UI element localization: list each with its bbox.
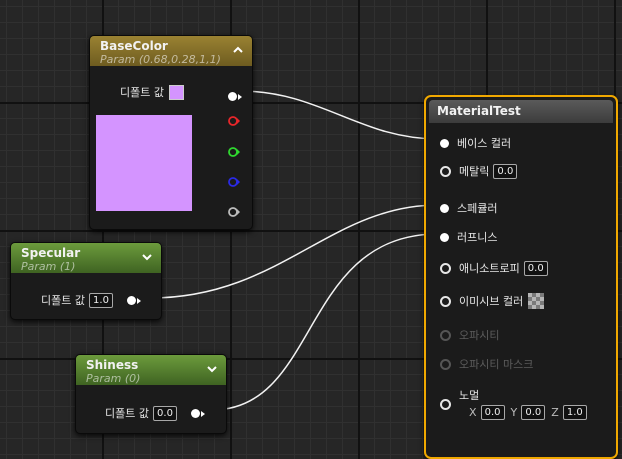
node-title: Specular [21,246,81,260]
specular-param-node[interactable]: Specular Param (1) 디폴트 값 1.0 [10,242,162,320]
node-subtitle: Param (0.68,0.28,1,1) [100,53,221,66]
node-title: MaterialTest [437,104,521,118]
pin-label: 메탈릭 [459,165,490,178]
anisotropy-value-input[interactable]: 0.0 [523,260,548,276]
pin-label: 오파시티 [459,329,500,342]
normal-label-row: 노멀 [459,387,479,403]
specular-node-header[interactable]: Specular Param (1) [11,243,161,273]
default-value-label: 디폴트 값 [41,294,85,307]
opacity-mask-input-row: 오파시티 마스크 [440,356,533,372]
normal-z-input[interactable]: 1.0 [562,405,587,420]
wire-shiness-to-roughness[interactable] [211,233,439,411]
material-result-node[interactable]: MaterialTest 베이스 컬러 메탈릭 0.0 스페큘러 러프니스 애니… [424,95,618,459]
basecolor-node-header[interactable]: BaseColor Param (0.68,0.28,1,1) [90,36,252,66]
color-swatch[interactable] [168,84,184,100]
pin-label: 오파시티 마스크 [459,358,534,371]
wire-basecolor-to-base-color[interactable] [239,90,439,140]
normal-vector-inputs: X 0.0 Y 0.0 Z 1.0 [469,405,587,420]
node-subtitle: Param (1) [21,260,76,273]
pin-label: 애니소트로피 [459,262,520,275]
default-value-row: 디폴트 값 0.0 [105,405,205,421]
red-channel-pin[interactable] [228,115,240,127]
y-label: Y [510,406,518,419]
pin-label: 노멀 [459,389,480,402]
input-pin-icon[interactable] [440,165,451,177]
default-value-label: 디폴트 값 [105,407,149,420]
normal-y-input[interactable]: 0.0 [521,405,546,420]
default-value-row: 디폴트 값 [120,84,184,100]
pin-label: 이미시브 컬러 [459,295,524,308]
emissive-input-row[interactable]: 이미시브 컬러 [440,293,545,309]
normal-input-row[interactable] [440,399,451,410]
z-label: Z [551,406,559,419]
base-color-input-row[interactable]: 베이스 컬러 [440,135,511,151]
default-value-input[interactable]: 0.0 [152,405,177,421]
input-pin-icon[interactable] [440,399,451,410]
default-value-input[interactable]: 1.0 [88,292,113,308]
roughness-input-row[interactable]: 러프니스 [440,229,497,245]
color-preview [96,115,192,211]
expand-chevron-icon[interactable] [141,251,153,263]
green-channel-pin[interactable] [228,146,240,158]
pin-label: 베이스 컬러 [457,137,512,150]
input-pin-icon[interactable] [440,138,449,148]
input-pin-icon [440,329,451,341]
blue-channel-pin[interactable] [228,176,240,188]
default-value-row: 디폴트 값 1.0 [41,292,141,308]
emissive-color-swatch[interactable] [528,293,545,309]
shiness-param-node[interactable]: Shiness Param (0) 디폴트 값 0.0 [75,354,227,434]
alpha-channel-pin[interactable] [228,206,240,218]
basecolor-param-node[interactable]: BaseColor Param (0.68,0.28,1,1) 디폴트 값 [89,35,253,230]
input-pin-icon[interactable] [440,295,451,307]
node-subtitle: Param (0) [86,372,141,385]
shiness-node-header[interactable]: Shiness Param (0) [76,355,226,385]
input-pin-icon[interactable] [440,262,451,274]
node-title: BaseColor [100,39,168,53]
normal-x-input[interactable]: 0.0 [480,405,505,420]
input-pin-icon[interactable] [440,232,449,242]
anisotropy-input-row[interactable]: 애니소트로피 0.0 [440,260,548,276]
opacity-input-row: 오파시티 [440,327,499,343]
rgba-output-pin[interactable] [228,86,242,105]
pin-label: 러프니스 [457,231,498,244]
collapse-chevron-icon[interactable] [232,44,244,56]
x-label: X [469,406,477,419]
input-pin-icon [440,358,451,370]
output-pin-icon[interactable] [126,294,141,307]
material-node-header[interactable]: MaterialTest [429,100,613,123]
metallic-value-input[interactable]: 0.0 [493,163,518,179]
pin-label: 스페큘러 [457,202,498,215]
expand-chevron-icon[interactable] [206,363,218,375]
specular-input-row[interactable]: 스페큘러 [440,200,497,216]
metallic-input-row[interactable]: 메탈릭 0.0 [440,163,518,179]
node-title: Shiness [86,358,139,372]
input-pin-icon[interactable] [440,203,449,213]
default-value-label: 디폴트 값 [120,86,164,99]
output-pin-icon[interactable] [190,407,205,420]
